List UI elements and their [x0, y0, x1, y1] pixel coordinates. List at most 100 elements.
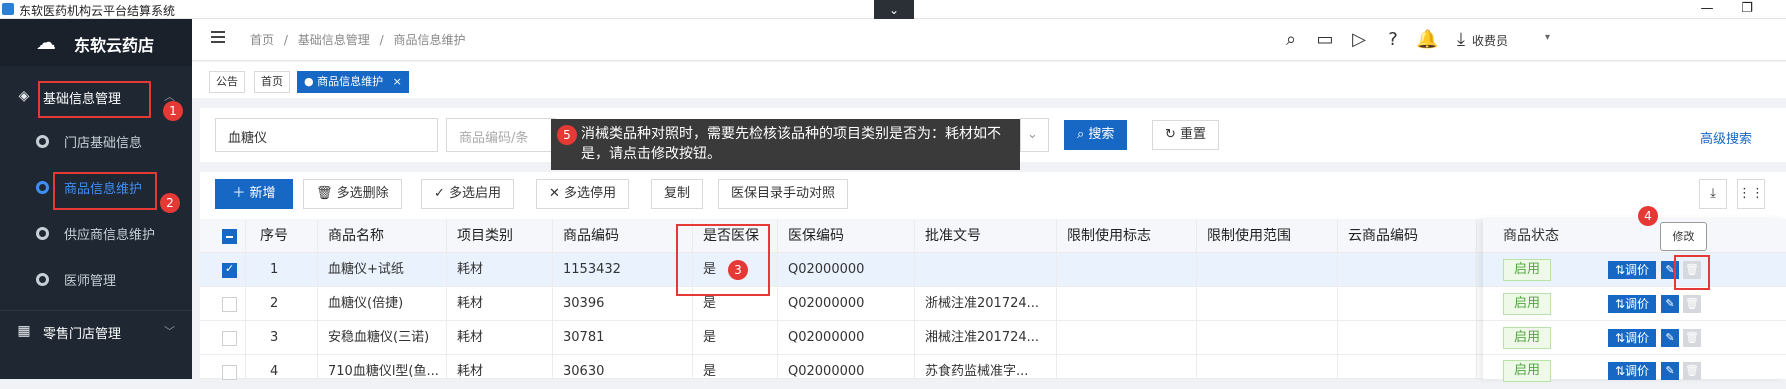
edit-icon[interactable]: ✎	[1661, 295, 1679, 313]
copy-button[interactable]: 复制	[651, 179, 704, 209]
search-button[interactable]: ⌕ 搜索	[1064, 120, 1128, 150]
user-name[interactable]: 收费员	[1472, 32, 1508, 49]
layers-icon: ◈	[18, 88, 30, 104]
restore-button[interactable]: ❐	[1727, 0, 1767, 19]
column-header: 商品名称	[328, 228, 384, 244]
sidebar-item-store-info[interactable]: 门店基础信息	[0, 119, 192, 165]
row-ins-code: Q02000000	[788, 296, 865, 311]
column-divider	[1476, 219, 1477, 379]
minimize-button[interactable]: —	[1687, 0, 1727, 19]
breadcrumb-home[interactable]: 首页	[250, 33, 274, 47]
fixed-row: 启用 ⇅调价 ✎ 🗑	[1483, 355, 1786, 382]
row-category: 耗材	[457, 364, 484, 379]
row-ins-code: Q02000000	[788, 330, 865, 345]
column-divider	[914, 219, 915, 379]
export-icon[interactable]: ⤓	[1699, 179, 1727, 209]
bell-icon[interactable]: 🔔	[1416, 29, 1438, 51]
column-header: 限制使用范围	[1207, 228, 1291, 244]
row-code: 1153432	[563, 262, 621, 277]
column-header: 序号	[260, 228, 288, 244]
row-category: 耗材	[457, 330, 484, 345]
cloud-logo-icon: ☁	[36, 30, 56, 54]
trash-icon[interactable]: 🗑	[1683, 329, 1701, 347]
trash-icon[interactable]: 🗑	[1683, 362, 1701, 380]
search-icon[interactable]: ⌕	[1280, 29, 1302, 51]
chevron-down-icon[interactable]: ⌄	[874, 0, 914, 20]
advanced-search-link[interactable]: 高级搜索	[1700, 128, 1752, 147]
sidebar-item-label: 医师管理	[64, 274, 117, 289]
row-checkbox[interactable]	[222, 365, 237, 380]
column-divider	[552, 219, 553, 379]
sidebar-group-label: 零售门店管理	[43, 327, 122, 342]
sidebar-item-physician[interactable]: 医师管理	[0, 257, 192, 303]
edit-icon[interactable]: ✎	[1661, 329, 1679, 347]
active-dot-icon: ●	[304, 75, 318, 88]
row-name: 安稳血糖仪(三诺)	[328, 330, 430, 345]
code-input[interactable]: 商品编码/条	[446, 118, 556, 152]
chevron-down-icon[interactable]: ⌄	[1020, 118, 1049, 152]
column-divider	[1196, 219, 1197, 379]
app-icon	[2, 3, 14, 15]
row-category: 耗材	[457, 262, 484, 277]
tab-home[interactable]: 首页	[254, 71, 290, 93]
menu-toggle-icon[interactable]	[211, 31, 225, 45]
column-divider	[446, 219, 447, 379]
breadcrumb: 首页 / 基础信息管理 / 商品信息维护	[250, 31, 471, 48]
adjust-icon: ⇅	[1614, 297, 1626, 311]
tab-close-icon[interactable]: ×	[393, 75, 402, 88]
row-checkbox[interactable]	[222, 262, 237, 278]
sidebar-item-label: 供应商信息维护	[64, 228, 156, 243]
row-name: 710血糖仪l型(鱼...	[328, 364, 439, 379]
caret-down-icon[interactable]: ▾	[1545, 32, 1550, 43]
annotation-badge-3: 3	[728, 260, 748, 280]
circle-icon	[36, 135, 49, 148]
breadcrumb-basic-info[interactable]: 基础信息管理	[298, 33, 370, 47]
column-header: 商品编码	[563, 228, 619, 244]
fixed-row: 启用 ⇅调价 ✎ 🗑	[1483, 287, 1786, 321]
column-header: 云商品编码	[1348, 228, 1418, 244]
help-icon[interactable]: ?	[1382, 29, 1404, 51]
column-divider	[1056, 219, 1057, 379]
row-checkbox[interactable]	[222, 297, 237, 312]
tab-product-info[interactable]: ● 商品信息维护 ×	[297, 71, 409, 93]
tab-notice[interactable]: 公告	[209, 71, 245, 93]
row-code: 30781	[563, 330, 605, 345]
batch-enable-button[interactable]: ✓ 多选启用	[421, 179, 515, 209]
sidebar-group-retail-store[interactable]: ▦ 零售门店管理 ﹀	[0, 310, 192, 352]
batch-delete-button[interactable]: 🗑 多选删除	[303, 179, 402, 209]
reset-button[interactable]: ↻ 重置	[1152, 120, 1220, 150]
column-header: 批准文号	[925, 228, 981, 244]
column-divider	[245, 219, 246, 379]
card-icon[interactable]: ▭	[1314, 29, 1336, 51]
select-all-checkbox[interactable]	[222, 229, 237, 244]
topbar: 首页 / 基础信息管理 / 商品信息维护 ⌕ ▭ ▷ ? 🔔 ⤓ 收费员 ▾	[192, 19, 1786, 61]
search-icon: ⌕	[1077, 127, 1089, 142]
row-insured: 是	[703, 330, 717, 345]
edit-icon[interactable]: ✎	[1661, 362, 1679, 380]
close-icon: ✕	[549, 186, 565, 201]
adjust-price-button[interactable]: ⇅调价	[1608, 329, 1656, 347]
window-title: 东软医药机构云平台结算系统	[19, 4, 176, 18]
annotation-box-3	[676, 224, 770, 296]
adjust-price-button[interactable]: ⇅调价	[1608, 261, 1656, 279]
adjust-price-button[interactable]: ⇅调价	[1608, 295, 1656, 313]
adjust-price-button[interactable]: ⇅调价	[1608, 362, 1656, 380]
row-checkbox[interactable]	[222, 331, 237, 346]
annotation-badge-4: 4	[1638, 206, 1658, 226]
trash-icon: 🗑	[316, 186, 337, 201]
video-icon[interactable]: ▷	[1348, 29, 1370, 51]
sidebar-item-supplier-info[interactable]: 供应商信息维护	[0, 211, 192, 257]
add-button[interactable]: ＋ 新增	[215, 179, 293, 209]
row-ins-code: Q02000000	[788, 262, 865, 277]
manual-match-button[interactable]: 医保目录手动对照	[718, 179, 849, 209]
row-approval: 浙械注准201724...	[925, 296, 1040, 311]
keyword-input[interactable]: 血糖仪	[215, 118, 438, 152]
annotation-badge-1: 1	[163, 101, 183, 121]
guide-tooltip-5: 5 消械类品种对照时，需要先检核该品种的项目类别是否为：耗材如不是，请点击修改按…	[551, 119, 1020, 170]
download-icon[interactable]: ⤓	[1450, 29, 1472, 51]
trash-icon[interactable]: 🗑	[1683, 295, 1701, 313]
batch-disable-button[interactable]: ✕ 多选停用	[536, 179, 630, 209]
brand-name: 东软云药店	[74, 36, 155, 55]
grid-icon[interactable]: ⋮⋮	[1737, 179, 1765, 209]
edit-tooltip: 修改	[1660, 222, 1707, 251]
